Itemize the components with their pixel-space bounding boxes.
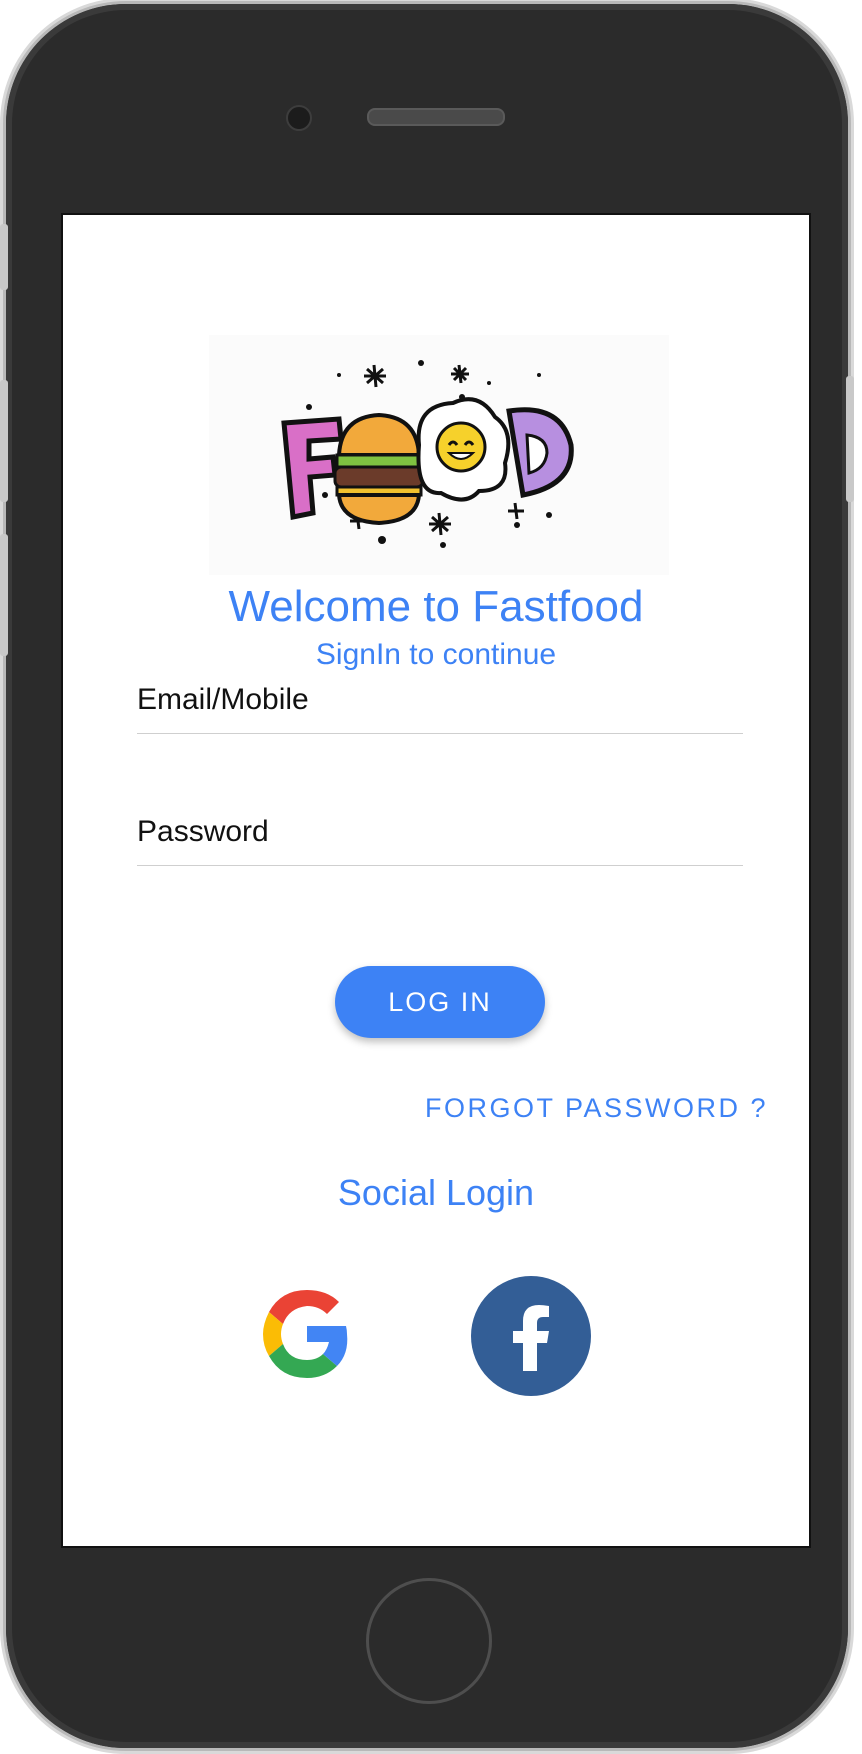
password-field[interactable] — [137, 805, 743, 866]
page-subtitle: SignIn to continue — [315, 638, 557, 671]
home-button[interactable] — [366, 1578, 492, 1704]
page-title: Welcome to Fastfood — [228, 582, 644, 631]
app-screen: Welcome to Fastfood SignIn to continue L… — [61, 213, 811, 1548]
email-field[interactable] — [137, 673, 743, 734]
volume-down-button — [0, 534, 8, 656]
login-button[interactable]: LOG IN — [335, 966, 545, 1038]
front-camera — [286, 105, 312, 131]
password-input[interactable] — [137, 815, 743, 849]
social-login-title: Social Login — [337, 1172, 535, 1213]
earpiece-speaker — [367, 108, 505, 126]
google-icon[interactable] — [251, 1278, 361, 1388]
burger-icon — [333, 412, 425, 526]
food-logo-icon — [209, 335, 669, 575]
egg-icon — [416, 397, 511, 502]
facebook-icon[interactable] — [471, 1276, 591, 1396]
power-button — [846, 376, 854, 502]
phone-frame: Welcome to Fastfood SignIn to continue L… — [0, 4, 854, 1748]
forgot-password-link[interactable]: FORGOT PASSWORD ? — [425, 1093, 768, 1124]
email-input[interactable] — [137, 683, 743, 717]
volume-up-button — [0, 380, 8, 502]
mute-switch — [0, 224, 8, 290]
